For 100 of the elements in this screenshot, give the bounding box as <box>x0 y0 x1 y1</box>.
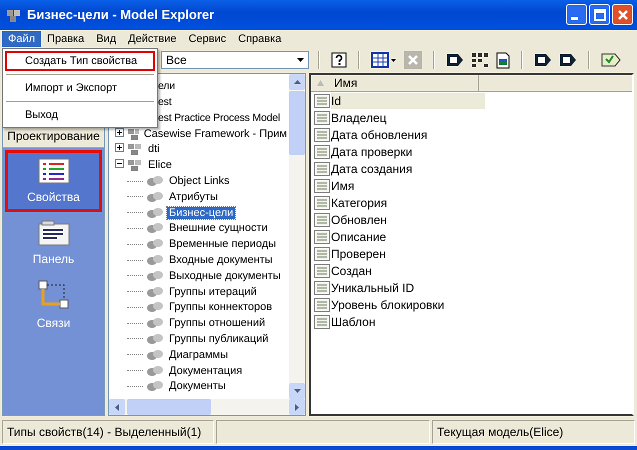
cubes-icon <box>146 238 164 250</box>
property-icon <box>314 298 330 312</box>
tree-item[interactable]: Временные периоды <box>167 238 278 250</box>
column-header[interactable]: Имя <box>311 75 479 92</box>
minimize-button[interactable] <box>566 4 587 26</box>
close-button[interactable] <box>612 4 633 26</box>
menu-item[interactable]: Правка <box>41 30 90 47</box>
menu-item[interactable]: Действие <box>122 30 182 47</box>
caret-icon <box>296 58 304 62</box>
property-icon <box>314 246 330 261</box>
tree-item[interactable]: est Practice Process Model <box>158 112 280 124</box>
property-icon <box>314 110 330 125</box>
status-field: Типы свойств(14) - Выделенный(1) <box>2 420 214 444</box>
delete-icon <box>404 51 422 70</box>
list-item[interactable]: Описание <box>331 228 388 245</box>
property-icon <box>314 178 330 193</box>
list-item[interactable]: Дата обновления <box>331 126 430 143</box>
tree-item[interactable]: Elice <box>146 159 174 172</box>
cubes-icon <box>146 190 164 203</box>
scroll-thumb[interactable] <box>289 91 305 156</box>
status-field: Текущая модель(Elice) <box>432 420 635 444</box>
tag-icon <box>534 53 552 68</box>
cubes-icon <box>127 158 143 172</box>
list-item[interactable]: Владелец <box>331 110 389 126</box>
menu-item[interactable]: Файл <box>2 30 42 47</box>
property-icon <box>314 264 330 278</box>
cubes-icon <box>146 222 164 234</box>
tree-item[interactable]: Object Links <box>167 175 232 188</box>
list-item[interactable]: Дата проверки <box>331 144 414 160</box>
tree-item[interactable]: dti <box>146 143 162 156</box>
list-item[interactable]: Дата создания <box>331 160 414 177</box>
tree-item[interactable]: Выходные документы <box>167 270 283 282</box>
list-item[interactable]: Шаблон <box>331 314 378 330</box>
tree-item[interactable]: Группы коннекторов <box>167 301 274 314</box>
horizontal-scrollbar[interactable] <box>109 399 305 416</box>
cubes-icon <box>146 332 164 345</box>
cubes-icon <box>146 301 164 314</box>
tree-item[interactable]: Диаграммы <box>167 348 230 361</box>
tree-item[interactable]: ели <box>158 80 175 92</box>
tree-item[interactable]: Группы публикаций <box>167 332 270 345</box>
menu-item[interactable]: Выход <box>5 105 155 125</box>
tag-icon <box>446 53 464 68</box>
maximize-button[interactable] <box>589 4 610 26</box>
panel-icon <box>38 220 70 246</box>
tree-item[interactable]: Внешние сущности <box>167 222 270 234</box>
list-item[interactable]: Обновлен <box>331 212 389 228</box>
document-icon <box>496 52 510 69</box>
tree-item[interactable]: Группы отношений <box>167 317 268 330</box>
menu-item[interactable]: Импорт и Экспорт <box>5 78 155 98</box>
tree-item[interactable]: Casewise Framework - Прим <box>142 128 289 140</box>
menu-item[interactable]: Создать Тип свойства <box>5 51 155 71</box>
expand-icon[interactable] <box>115 128 124 140</box>
cubes-icon <box>146 270 164 282</box>
tree-item[interactable]: Атрибуты <box>167 190 220 203</box>
cubes-icon <box>146 317 164 330</box>
list-item[interactable]: Категория <box>331 194 390 211</box>
property-icon <box>314 196 330 210</box>
tree-item[interactable]: Документы <box>167 380 228 392</box>
links-icon <box>38 280 70 310</box>
menu-item[interactable]: Вид <box>90 30 122 47</box>
sidebar-item[interactable]: Свойства <box>5 150 102 212</box>
table-icon <box>371 52 397 68</box>
left-arrow-icon <box>115 404 119 411</box>
up-arrow-icon <box>294 80 300 84</box>
cubes-icon <box>146 348 164 361</box>
tiles-icon <box>471 52 489 68</box>
minimize-icon <box>571 17 578 20</box>
property-icon <box>314 280 330 295</box>
cubes-icon <box>146 206 164 219</box>
close-icon <box>616 8 628 21</box>
list-item[interactable]: Имя <box>331 178 356 194</box>
tree-item[interactable]: Документация <box>167 364 244 377</box>
cubes-icon <box>127 142 143 156</box>
list-item[interactable]: Создан <box>331 262 374 279</box>
cubes-icon <box>146 380 164 392</box>
cubes-icon <box>146 175 164 188</box>
right-arrow-icon <box>295 404 299 411</box>
maximize-icon <box>594 8 606 21</box>
property-icon <box>314 230 330 244</box>
cubes-icon <box>146 364 164 377</box>
list-item[interactable]: Уникальный ID <box>331 280 416 296</box>
list-item[interactable]: Проверен <box>331 246 388 262</box>
menu-item[interactable]: Сервис <box>182 30 232 47</box>
list-item[interactable]: Уровень блокировки <box>331 296 446 313</box>
filter-dropdown[interactable]: Все <box>161 51 309 70</box>
vertical-scrollbar[interactable] <box>289 74 305 400</box>
sort-icon <box>317 80 324 86</box>
cubes-icon <box>146 286 164 298</box>
list-icon <box>38 158 70 184</box>
scroll-thumb[interactable] <box>127 399 211 416</box>
tree-item[interactable]: Группы итераций <box>167 286 259 298</box>
property-icon <box>314 314 330 329</box>
property-icon <box>314 162 330 176</box>
cubes-icon <box>146 254 164 266</box>
list-item[interactable]: Id <box>331 92 485 109</box>
property-icon <box>314 144 330 159</box>
tree-item[interactable]: Бизнес-цели <box>167 206 236 219</box>
tree-item[interactable]: Входные документы <box>167 254 275 266</box>
tree-item[interactable]: est <box>158 96 172 108</box>
menu-item[interactable]: Справка <box>232 30 288 47</box>
